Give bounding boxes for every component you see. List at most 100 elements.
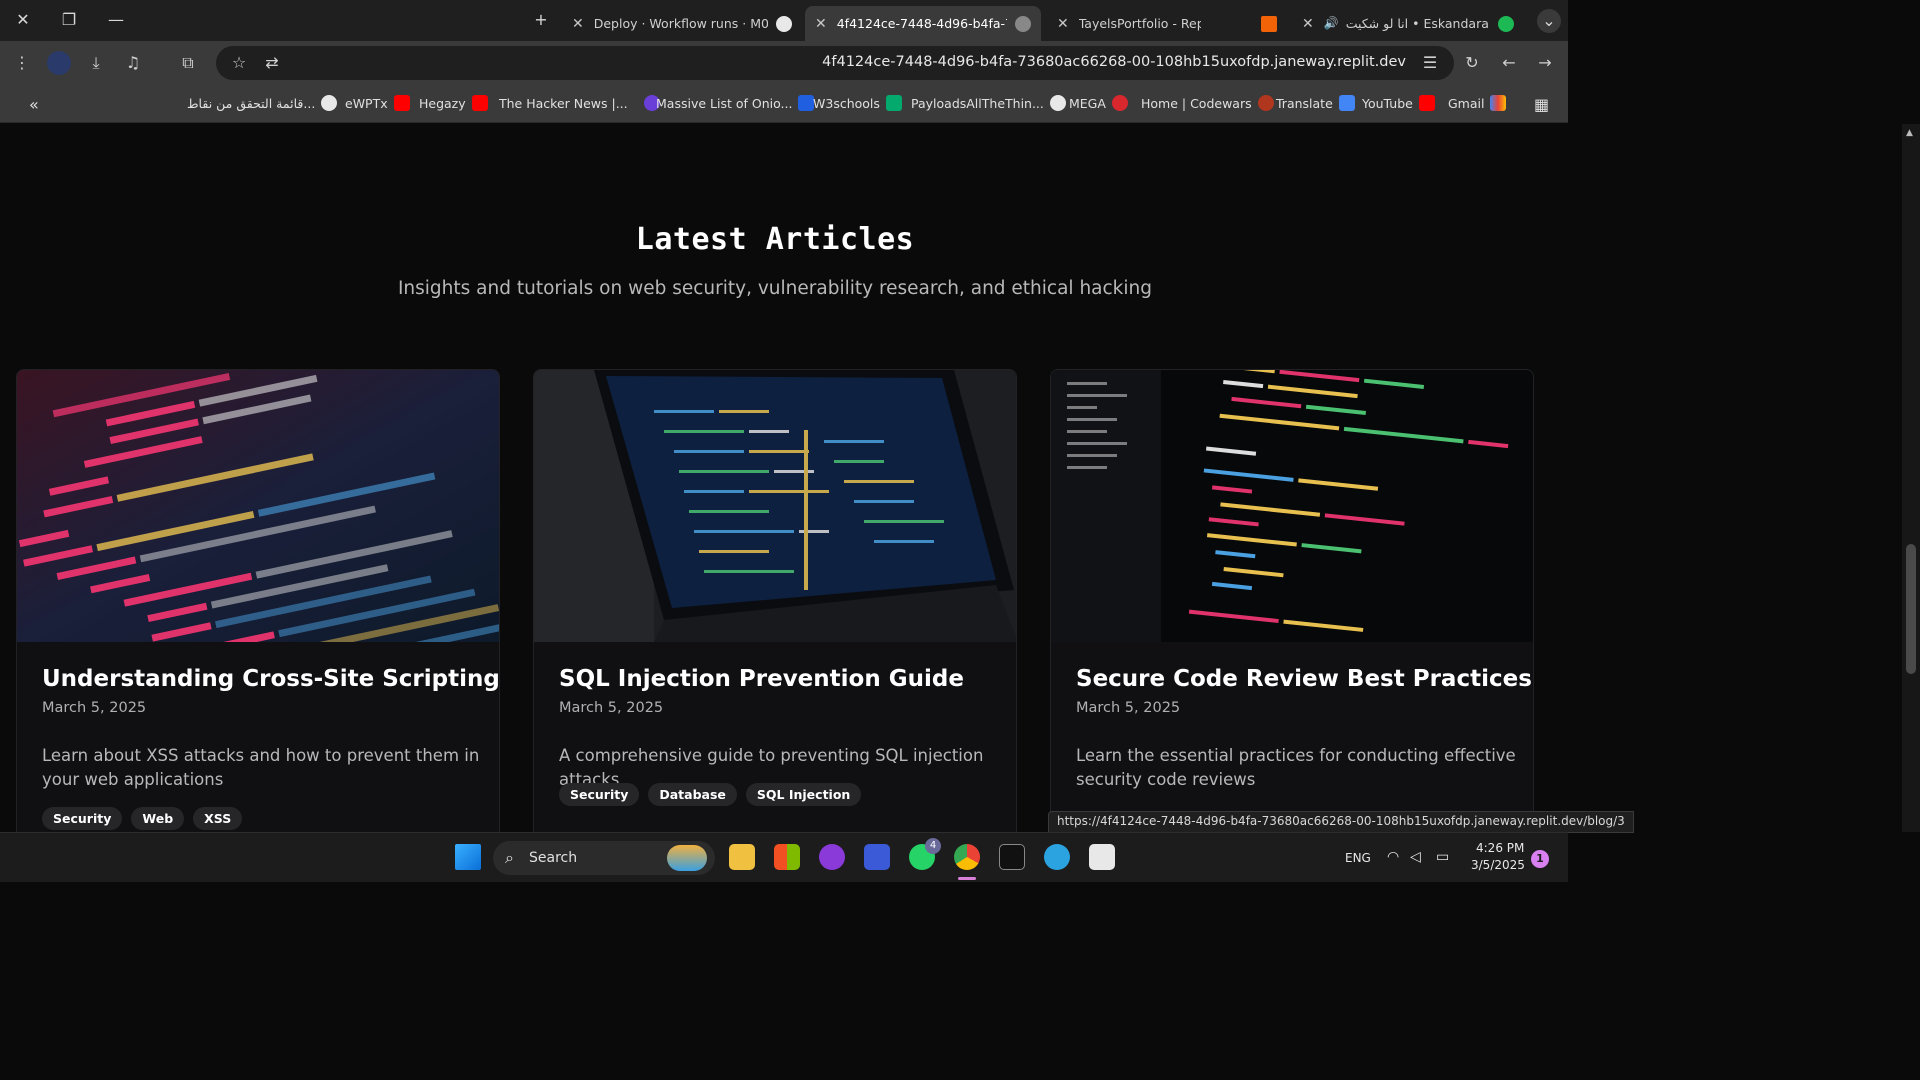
collapse-bookmarks-icon[interactable]: « bbox=[29, 95, 39, 114]
codewars-icon bbox=[1257, 95, 1274, 111]
tab-deploy[interactable]: ✕ Deploy · Workflow runs · M0har bbox=[562, 6, 802, 41]
download-icon[interactable]: ⤓ bbox=[84, 51, 108, 75]
site-settings-icon[interactable]: ☰ bbox=[1418, 51, 1442, 75]
bookmark-hegazy[interactable]: Hegazy bbox=[419, 95, 488, 111]
profile-avatar[interactable] bbox=[47, 51, 71, 75]
gmail-icon bbox=[1490, 95, 1507, 111]
vscode-like-icon[interactable] bbox=[864, 844, 890, 870]
file-explorer-icon[interactable] bbox=[729, 844, 755, 870]
github-icon bbox=[776, 15, 792, 32]
notification-badge[interactable]: 1 bbox=[1531, 850, 1549, 868]
spotify-icon bbox=[1498, 15, 1514, 32]
back-icon[interactable]: ← bbox=[1497, 51, 1521, 75]
page-scrollbar[interactable]: ▲ bbox=[1902, 124, 1920, 832]
section-title: Latest Articles bbox=[635, 222, 915, 257]
search-highlight-icon bbox=[667, 845, 707, 871]
article-tags: Security Database SQL Injection bbox=[559, 783, 862, 806]
whatsapp-badge: 4 bbox=[925, 838, 941, 854]
scroll-thumb[interactable] bbox=[1906, 544, 1916, 674]
article-image bbox=[1051, 370, 1533, 642]
bookmark-checklist[interactable]: قائمة التحقق من نقاط... bbox=[187, 95, 338, 111]
whatsapp-icon[interactable]: 4 bbox=[909, 838, 941, 870]
taskbar-search[interactable]: ⌕ Search bbox=[493, 841, 715, 875]
article-tags: Security Web XSS bbox=[42, 807, 243, 830]
reload-icon[interactable]: ↻ bbox=[1460, 51, 1484, 75]
tag-xss[interactable]: XSS bbox=[193, 807, 243, 830]
section-subtitle: Insights and tutorials on web security, … bbox=[397, 278, 1153, 299]
address-bar[interactable]: ☆ ⇄ 4f4124ce-7448-4d96-b4fa-73680ac66268… bbox=[216, 46, 1454, 80]
active-app-indicator bbox=[958, 877, 976, 880]
bookmark-translate[interactable]: Translate bbox=[1276, 95, 1355, 111]
clock-date[interactable]: 3/5/2025 bbox=[1471, 858, 1525, 872]
chrome-icon[interactable] bbox=[954, 844, 980, 870]
tag-security[interactable]: Security bbox=[42, 807, 123, 830]
article-card[interactable]: Secure Code Review Best Practices March … bbox=[1050, 369, 1534, 832]
bookmark-ewptx[interactable]: eWPTx bbox=[345, 95, 410, 111]
scroll-up-icon[interactable]: ▲ bbox=[1906, 128, 1913, 138]
bookmark-gmail[interactable]: Gmail bbox=[1448, 95, 1507, 111]
tag-security[interactable]: Security bbox=[559, 783, 640, 806]
battery-icon[interactable]: ▭ bbox=[1436, 849, 1449, 865]
toolbar: ⋮ ⤓ ♫ ⧉ ☆ ⇄ 4f4124ce-7448-4d96-b4fa-7368… bbox=[0, 41, 1568, 85]
audio-playing-icon: 🔊 bbox=[1323, 15, 1339, 30]
new-tab-icon[interactable]: + bbox=[529, 8, 553, 32]
close-tab-icon[interactable]: ✕ bbox=[572, 16, 584, 32]
bookmark-star-icon[interactable]: ☆ bbox=[227, 51, 251, 75]
bookmark-w3schools[interactable]: W3schools bbox=[813, 95, 902, 111]
article-image bbox=[534, 370, 1016, 642]
article-title[interactable]: SQL Injection Prevention Guide bbox=[559, 666, 964, 692]
replit-icon bbox=[1261, 15, 1277, 32]
bookmark-hacker-news[interactable]: The Hacker News |... bbox=[499, 95, 660, 111]
bookmark-youtube[interactable]: YouTube bbox=[1362, 95, 1435, 111]
bookmark-onion-list[interactable]: Massive List of Onio... bbox=[656, 95, 815, 111]
bookmark-payloads[interactable]: PayloadsAllTheThin... bbox=[911, 95, 1066, 111]
media-control-icon[interactable]: ♫ bbox=[121, 51, 145, 75]
tab-replit-app[interactable]: ✕ 4f4124ce-7448-4d96-b4fa-7368 bbox=[805, 6, 1041, 41]
article-date: March 5, 2025 bbox=[1076, 700, 1181, 716]
tag-database[interactable]: Database bbox=[648, 783, 737, 806]
notepad-icon[interactable] bbox=[1089, 844, 1115, 870]
youtube-icon bbox=[1418, 95, 1435, 111]
youtube-icon bbox=[393, 95, 410, 111]
translate-page-icon[interactable]: ⇄ bbox=[260, 51, 284, 75]
windows-start-icon[interactable] bbox=[455, 844, 481, 870]
article-date: March 5, 2025 bbox=[559, 700, 664, 716]
close-tab-icon[interactable]: ✕ bbox=[1057, 16, 1069, 32]
bookmark-mega[interactable]: MEGA bbox=[1069, 95, 1128, 111]
restore-window-icon[interactable]: ❐ bbox=[57, 8, 81, 32]
search-icon: ⌕ bbox=[505, 848, 514, 867]
article-description: Learn about XSS attacks and how to preve… bbox=[42, 746, 480, 789]
status-bar-url: https://4f4124ce-7448-4d96-b4fa-73680ac6… bbox=[1048, 811, 1634, 833]
article-card[interactable]: SQL Injection Prevention Guide March 5, … bbox=[533, 369, 1017, 832]
bookmark-codewars[interactable]: Home | Codewars bbox=[1141, 95, 1274, 111]
article-title[interactable]: Secure Code Review Best Practices bbox=[1076, 666, 1532, 692]
tab-spotify[interactable]: ✕ 🔊 انا لو شكيت • Eskandarany bbox=[1292, 6, 1524, 41]
article-card[interactable]: Understanding Cross-Site Scripting (XSS)… bbox=[16, 369, 500, 832]
bookmarks-bar: « قائمة التحقق من نقاط... eWPTx Hegazy T… bbox=[0, 85, 1568, 123]
translate-icon bbox=[1338, 95, 1355, 111]
volume-icon[interactable]: ◁ bbox=[1410, 849, 1421, 865]
url-text[interactable]: 4f4124ce-7448-4d96-b4fa-73680ac66268-00-… bbox=[822, 54, 1406, 70]
close-tab-icon[interactable]: ✕ bbox=[815, 16, 827, 32]
youtube-icon bbox=[471, 95, 488, 111]
wifi-icon[interactable]: ◠ bbox=[1387, 849, 1399, 865]
apps-grid-icon[interactable]: ▦ bbox=[1534, 95, 1549, 114]
clock-time[interactable]: 4:26 PM bbox=[1476, 841, 1524, 855]
tor-browser-icon[interactable] bbox=[819, 844, 845, 870]
telegram-icon[interactable] bbox=[1044, 844, 1070, 870]
article-title[interactable]: Understanding Cross-Site Scripting (XSS) bbox=[42, 666, 499, 692]
tag-sql-injection[interactable]: SQL Injection bbox=[745, 783, 862, 806]
forward-icon[interactable]: → bbox=[1533, 51, 1557, 75]
tab-search-icon[interactable]: ⌄ bbox=[1537, 9, 1561, 33]
close-window-icon[interactable]: ✕ bbox=[11, 8, 35, 32]
language-indicator[interactable]: ENG bbox=[1345, 851, 1371, 865]
menu-icon[interactable]: ⋮ bbox=[10, 51, 34, 75]
minimize-window-icon[interactable]: — bbox=[104, 8, 128, 32]
close-tab-icon[interactable]: ✕ bbox=[1302, 16, 1314, 32]
microsoft-store-icon[interactable] bbox=[774, 844, 800, 870]
github-icon bbox=[1049, 95, 1066, 111]
tab-tayels-portfolio[interactable]: ✕ TayelsPortfolio - Replit bbox=[1047, 6, 1287, 41]
terminal-icon[interactable] bbox=[999, 844, 1025, 870]
extensions-icon[interactable]: ⧉ bbox=[176, 51, 200, 75]
tag-web[interactable]: Web bbox=[131, 807, 185, 830]
